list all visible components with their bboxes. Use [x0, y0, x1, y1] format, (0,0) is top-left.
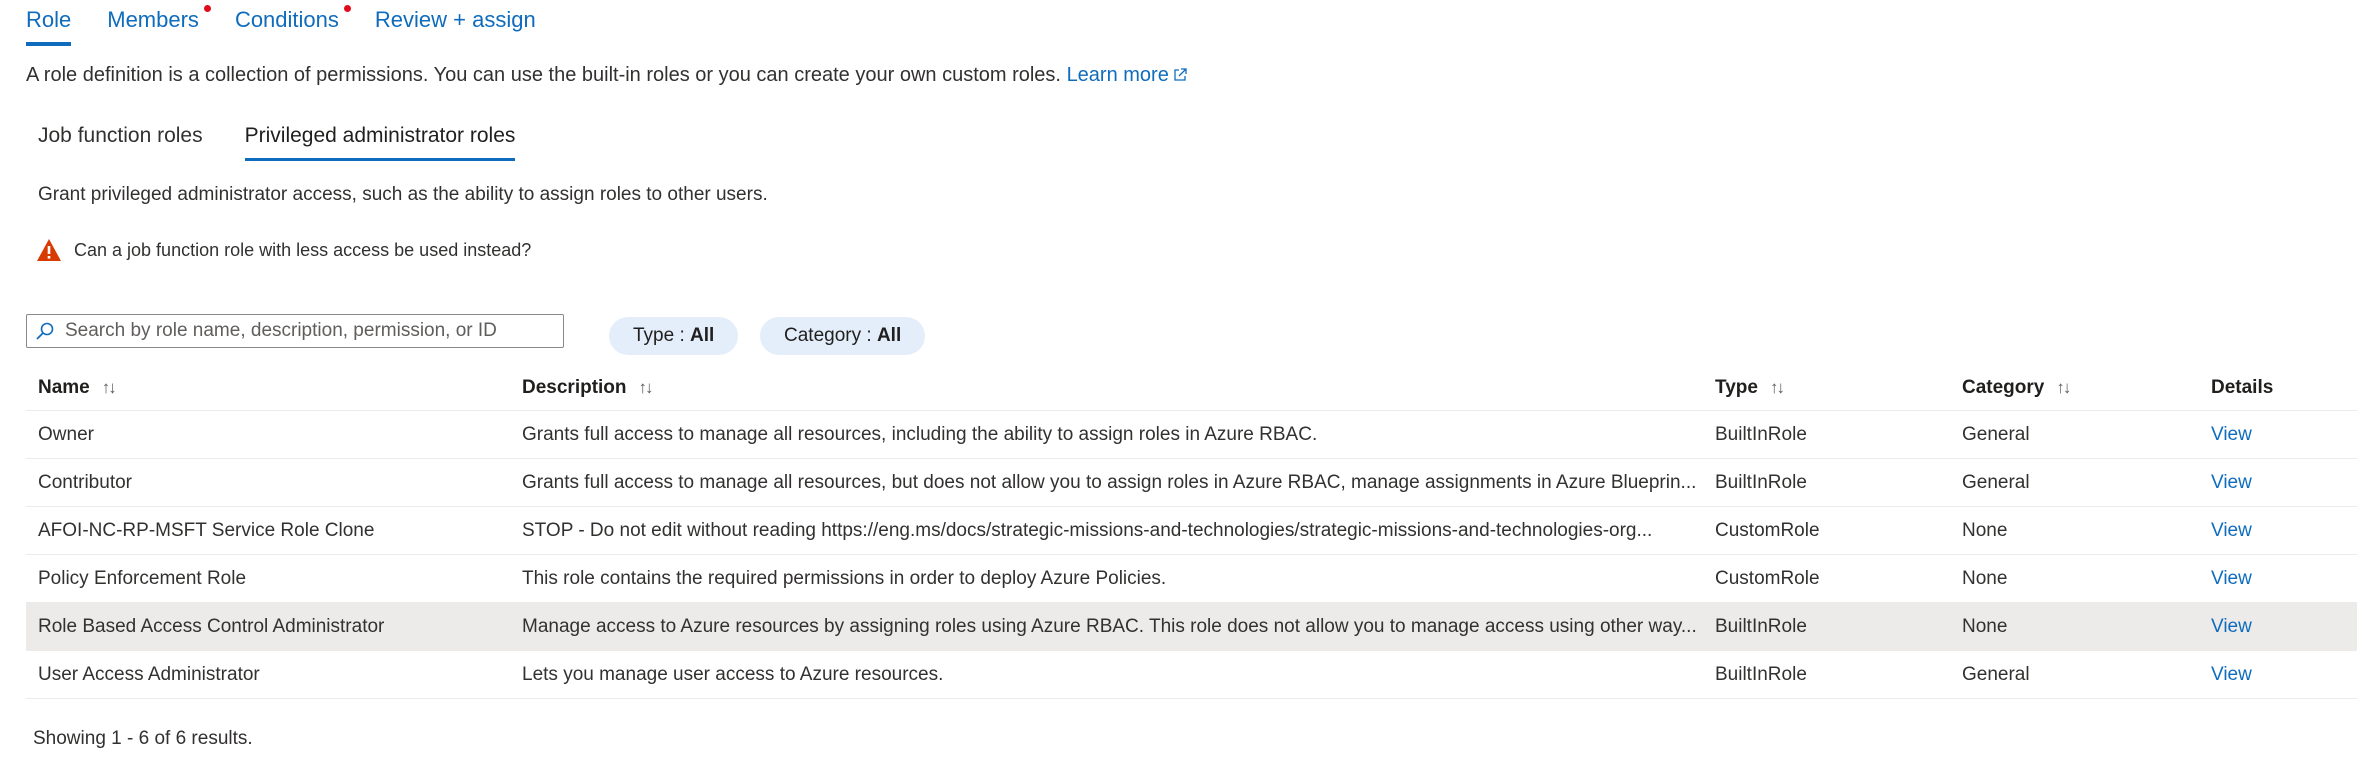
column-header-category[interactable]: Category ↑↓	[1962, 366, 2202, 410]
category-filter-label: Category :	[784, 325, 877, 346]
role-type: BuiltInRole	[1715, 471, 1807, 493]
tab-conditions[interactable]: Conditions	[234, 0, 351, 42]
role-description: Grants full access to manage all resourc…	[522, 423, 1318, 445]
column-type-label: Type	[1715, 377, 1758, 398]
tab-review-assign-label: Review + assign	[374, 7, 536, 32]
tab-members[interactable]: Members	[107, 0, 211, 42]
role-type: BuiltInRole	[1715, 663, 1807, 685]
column-description-label: Description	[522, 377, 627, 398]
table-row[interactable]: Contributor Grants full access to manage…	[26, 459, 2357, 507]
wizard-tabs: Role Members Conditions Review + assign	[26, 0, 572, 48]
view-details-link[interactable]: View	[2211, 507, 2351, 554]
type-filter-pill[interactable]: Type : All	[609, 317, 739, 355]
tab-role-label: Role	[26, 7, 72, 32]
role-description: Grants full access to manage all resourc…	[522, 471, 1697, 493]
tab-role[interactable]: Role	[26, 0, 72, 46]
table-row[interactable]: AFOI-NC-RP-MSFT Service Role Clone STOP …	[26, 507, 2357, 555]
type-filter-value: All	[690, 325, 715, 346]
role-description: STOP - Do not edit without reading https…	[522, 519, 1653, 541]
search-icon	[36, 322, 54, 340]
role-type: BuiltInRole	[1715, 615, 1807, 637]
table-row[interactable]: Role Based Access Control Administrator …	[26, 603, 2357, 651]
sort-icon[interactable]: ↑↓	[2056, 378, 2071, 398]
column-header-description[interactable]: Description ↑↓	[522, 366, 1732, 410]
category-filter-pill[interactable]: Category : All	[760, 317, 926, 355]
role-category: None	[1962, 615, 2008, 637]
role-definition-intro: A role definition is a collection of per…	[26, 64, 1187, 87]
view-details-link[interactable]: View	[2211, 555, 2351, 602]
role-category: General	[1962, 423, 2030, 445]
type-filter-label: Type :	[633, 325, 691, 346]
table-header-row: Name ↑↓ Description ↑↓ Type ↑↓ Category ↑↓ D…	[26, 366, 2357, 411]
table-row[interactable]: Policy Enforcement Role This role contai…	[26, 555, 2357, 603]
column-header-type[interactable]: Type ↑↓	[1715, 366, 1955, 410]
role-category-tabs: Job function roles Privileged administra…	[38, 118, 557, 161]
column-header-details: Details	[2211, 377, 2274, 398]
sort-icon[interactable]: ↑↓	[1770, 378, 1785, 398]
role-name: User Access Administrator	[38, 663, 260, 685]
view-details-link[interactable]: View	[2211, 411, 2351, 458]
category-filter-value: All	[876, 325, 902, 346]
tab-job-function-roles[interactable]: Job function roles	[38, 118, 203, 158]
tab-review-assign[interactable]: Review + assign	[375, 0, 536, 42]
role-description: This role contains the required permissi…	[522, 567, 1167, 589]
role-name: Policy Enforcement Role	[38, 567, 247, 589]
tab-privileged-administrator-roles[interactable]: Privileged administrator roles	[244, 118, 516, 161]
role-category: General	[1962, 471, 2030, 493]
column-header-name[interactable]: Name ↑↓	[38, 366, 508, 410]
intro-text: A role definition is a collection of per…	[26, 64, 1061, 86]
role-type: CustomRole	[1715, 519, 1820, 541]
table-row[interactable]: User Access Administrator Lets you manag…	[26, 651, 2357, 699]
results-count: Showing 1 - 6 of 6 results.	[33, 728, 253, 749]
roles-table: Name ↑↓ Description ↑↓ Type ↑↓ Category ↑↓ D…	[26, 366, 2357, 699]
view-details-link[interactable]: View	[2211, 603, 2351, 650]
role-description: Manage access to Azure resources by assi…	[522, 615, 1697, 637]
learn-more-link[interactable]: Learn more	[1067, 64, 1187, 86]
required-dot-icon	[203, 5, 211, 12]
role-name: AFOI-NC-RP-MSFT Service Role Clone	[38, 519, 375, 541]
role-type: BuiltInRole	[1715, 423, 1807, 445]
role-name: Owner	[38, 423, 94, 445]
search-input[interactable]	[63, 319, 563, 343]
view-details-link[interactable]: View	[2211, 651, 2351, 698]
sort-icon[interactable]: ↑↓	[639, 378, 654, 398]
role-category: None	[1962, 567, 2008, 589]
external-link-icon	[1174, 68, 1187, 81]
column-name-label: Name	[38, 377, 90, 398]
table-row[interactable]: Owner Grants full access to manage all r…	[26, 411, 2357, 459]
grant-description: Grant privileged administrator access, s…	[38, 184, 768, 205]
role-name: Contributor	[38, 471, 132, 493]
role-type: CustomRole	[1715, 567, 1820, 589]
role-category: None	[1962, 519, 2008, 541]
required-dot-icon	[343, 5, 351, 12]
view-details-link[interactable]: View	[2211, 459, 2351, 506]
role-name: Role Based Access Control Administrator	[38, 615, 385, 637]
warning-text: Can a job function role with less access…	[74, 239, 532, 260]
role-description: Lets you manage user access to Azure res…	[522, 663, 944, 685]
column-category-label: Category	[1962, 377, 2045, 398]
tab-conditions-label: Conditions	[234, 7, 339, 32]
role-category: General	[1962, 663, 2030, 685]
learn-more-label: Learn more	[1066, 64, 1169, 86]
sort-icon[interactable]: ↑↓	[102, 378, 117, 398]
warning-message: Can a job function role with less access…	[36, 238, 531, 262]
warning-icon	[37, 239, 61, 261]
tab-members-label: Members	[107, 7, 199, 32]
search-box	[26, 314, 564, 348]
